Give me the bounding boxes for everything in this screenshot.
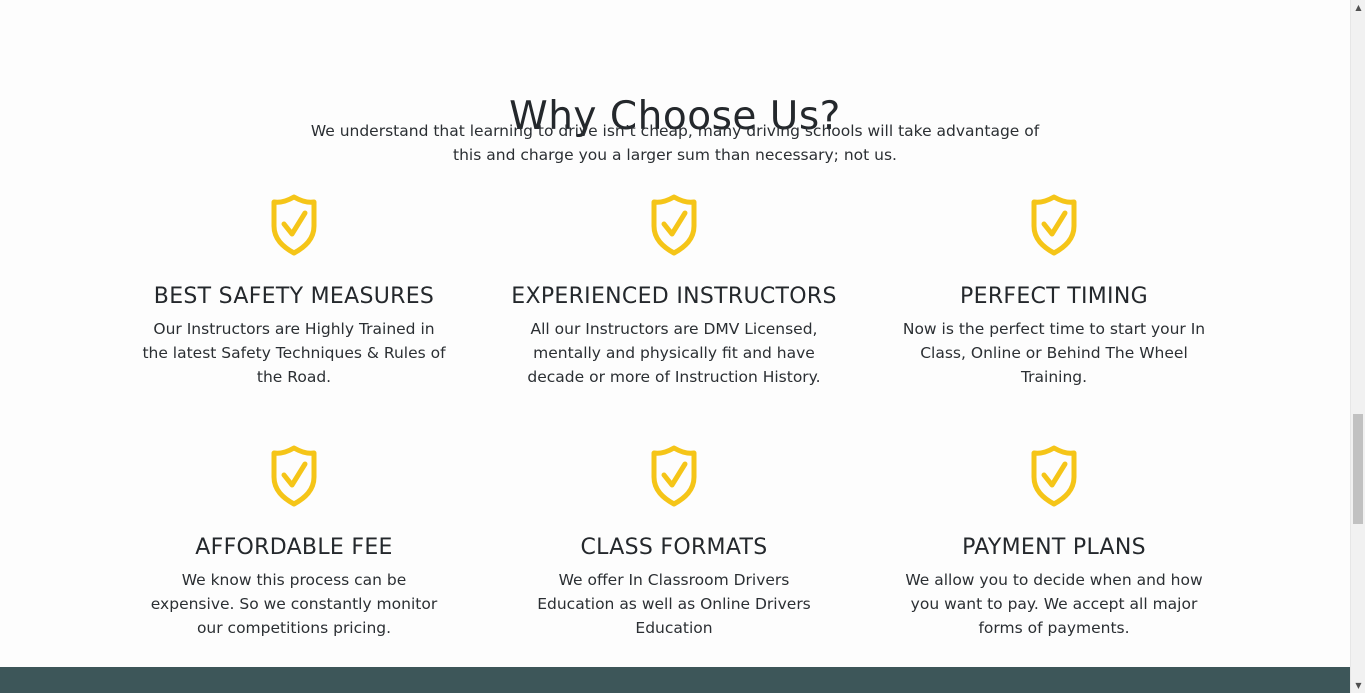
- feature-perfect-timing: PERFECT TIMING Now is the perfect time t…: [884, 194, 1224, 389]
- section-intro: We understand that learning to drive isn…: [310, 122, 1040, 164]
- feature-title: PAYMENT PLANS: [962, 535, 1146, 560]
- shield-check-icon: [271, 445, 317, 507]
- feature-description: Our Instructors are Highly Trained in th…: [142, 320, 446, 386]
- footer-band: [0, 667, 1350, 693]
- feature-class-formats: CLASS FORMATS We offer In Classroom Driv…: [504, 445, 844, 640]
- feature-title: PERFECT TIMING: [960, 284, 1148, 309]
- feature-title: EXPERIENCED INSTRUCTORS: [511, 284, 837, 309]
- shield-check-icon: [271, 194, 317, 256]
- feature-title: AFFORDABLE FEE: [195, 535, 393, 560]
- feature-description: We know this process can be expensive. S…: [150, 571, 438, 637]
- shield-check-icon: [1031, 445, 1077, 507]
- feature-description: We offer In Classroom Drivers Education …: [537, 571, 811, 637]
- feature-affordable-fee: AFFORDABLE FEE We know this process can …: [124, 445, 464, 640]
- feature-description: All our Instructors are DMV Licensed, me…: [527, 320, 821, 386]
- feature-title: CLASS FORMATS: [580, 535, 768, 560]
- feature-experienced-instructors: EXPERIENCED INSTRUCTORS All our Instruct…: [504, 194, 844, 389]
- shield-check-icon: [651, 194, 697, 256]
- scroll-down-arrow[interactable]: ▼: [1351, 678, 1365, 693]
- vertical-scrollbar[interactable]: ▲ ▼: [1350, 0, 1365, 693]
- scroll-up-arrow[interactable]: ▲: [1351, 0, 1365, 15]
- page: Why Choose Us? We understand that learni…: [0, 0, 1350, 693]
- feature-title: BEST SAFETY MEASURES: [153, 284, 435, 309]
- shield-check-icon: [651, 445, 697, 507]
- shield-check-icon: [1031, 194, 1077, 256]
- feature-best-safety-measures: BEST SAFETY MEASURES Our Instructors are…: [124, 194, 464, 389]
- feature-description: We allow you to decide when and how you …: [905, 571, 1203, 637]
- scroll-thumb[interactable]: [1353, 414, 1363, 524]
- feature-description: Now is the perfect time to start your In…: [902, 320, 1206, 386]
- feature-payment-plans: PAYMENT PLANS We allow you to decide whe…: [884, 445, 1224, 640]
